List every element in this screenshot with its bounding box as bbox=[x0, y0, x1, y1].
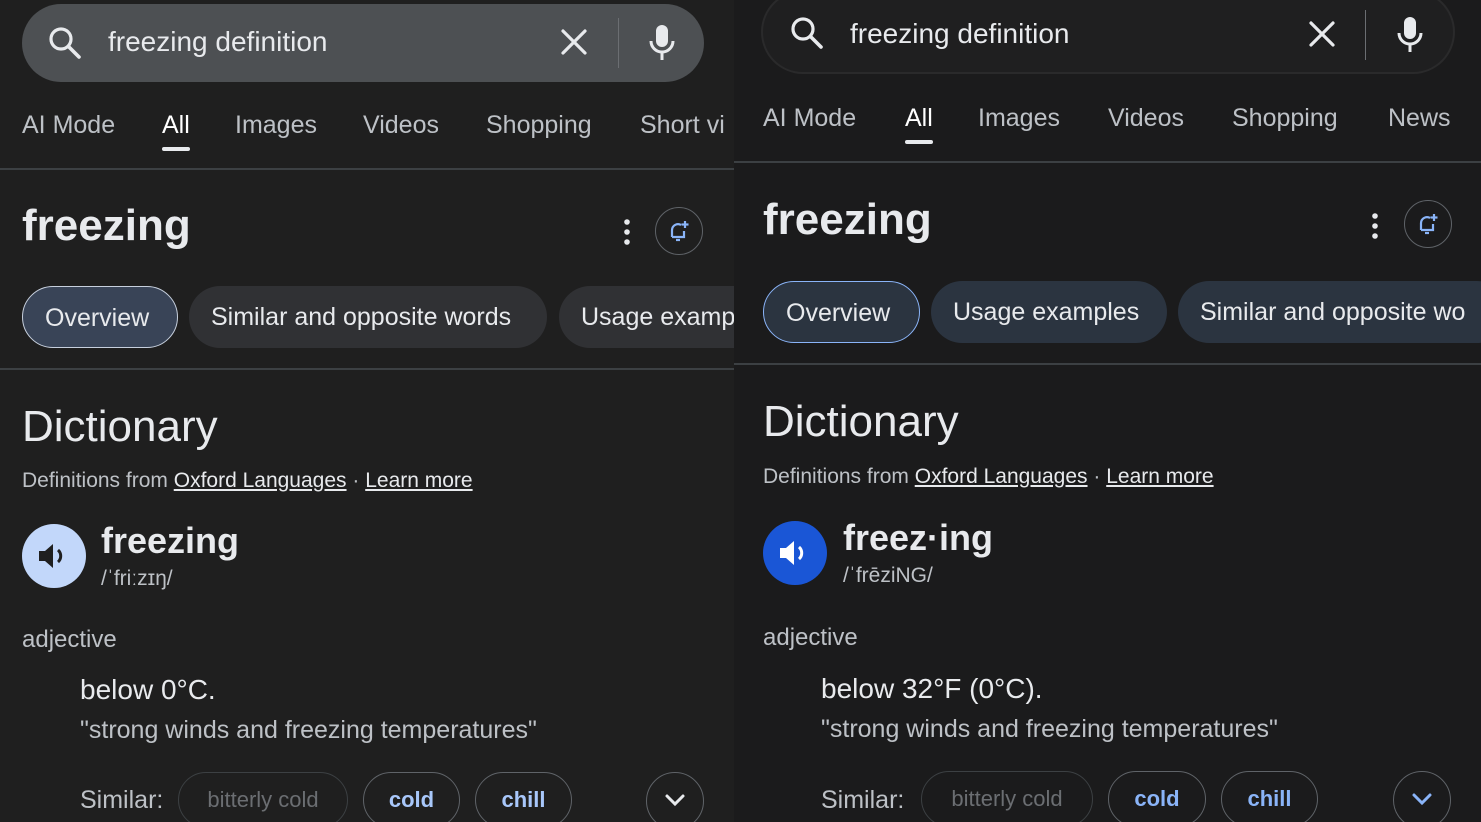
clear-icon[interactable] bbox=[1308, 20, 1336, 53]
expand-button[interactable] bbox=[646, 772, 704, 822]
bell-plus-icon bbox=[1419, 214, 1438, 235]
speaker-icon bbox=[780, 541, 804, 565]
example-sentence: "strong winds and freezing temperatures" bbox=[821, 715, 1278, 743]
expand-button[interactable] bbox=[1393, 771, 1451, 822]
phonetic: /ˈfrēziNG/ bbox=[843, 564, 933, 587]
tab-videos[interactable]: Videos bbox=[363, 111, 439, 140]
clear-icon[interactable] bbox=[560, 28, 588, 61]
chevron-down-icon bbox=[665, 794, 685, 807]
synonym-chip[interactable]: cold bbox=[363, 772, 460, 822]
active-tab-underline bbox=[162, 147, 190, 151]
right-screenshot-panel: freezing definition AI Mode All Images V… bbox=[734, 0, 1481, 822]
synonym-chip[interactable]: cold bbox=[1108, 771, 1206, 822]
part-of-speech: adjective bbox=[22, 626, 117, 653]
definition: below 0°C. bbox=[80, 674, 216, 705]
synonym-chip[interactable]: chill bbox=[1221, 771, 1318, 822]
speaker-icon bbox=[39, 544, 63, 568]
chip-similar-opposite[interactable]: Similar and opposite wo bbox=[1178, 281, 1481, 343]
more-options-icon[interactable] bbox=[1368, 212, 1382, 245]
tab-ai-mode[interactable]: AI Mode bbox=[763, 104, 856, 133]
tab-videos[interactable]: Videos bbox=[1108, 104, 1184, 133]
tab-shopping[interactable]: Shopping bbox=[1232, 104, 1338, 133]
chip-similar-opposite[interactable]: Similar and opposite words bbox=[189, 286, 547, 348]
source-prefix: Definitions from bbox=[763, 465, 909, 488]
tab-images[interactable]: Images bbox=[235, 111, 317, 140]
dictionary-heading: Dictionary bbox=[22, 402, 218, 451]
tab-news[interactable]: News bbox=[1388, 104, 1451, 133]
search-bar[interactable]: freezing definition bbox=[763, 0, 1453, 72]
divider bbox=[734, 363, 1481, 365]
dictionary-source: Definitions from Oxford Languages · Lear… bbox=[763, 465, 1214, 489]
tab-all[interactable]: All bbox=[905, 104, 933, 144]
pronunciation-button[interactable] bbox=[22, 524, 86, 588]
page-title: freezing bbox=[763, 195, 932, 244]
oxford-languages-link[interactable]: Oxford Languages bbox=[174, 469, 347, 492]
similar-label: Similar: bbox=[821, 786, 905, 814]
phonetic: /ˈfriːzɪŋ/ bbox=[101, 567, 173, 590]
divider bbox=[0, 168, 734, 170]
divider bbox=[618, 18, 619, 68]
tab-ai-mode[interactable]: AI Mode bbox=[22, 111, 115, 140]
synonym-chip[interactable]: bitterly cold bbox=[178, 772, 348, 822]
notification-button[interactable] bbox=[655, 207, 703, 255]
search-input[interactable]: freezing definition bbox=[108, 26, 327, 58]
tab-short-videos[interactable]: Short vi bbox=[640, 111, 725, 140]
headword: freezing bbox=[101, 520, 240, 561]
tab-all[interactable]: All bbox=[162, 111, 190, 151]
divider bbox=[1365, 10, 1366, 60]
divider bbox=[734, 161, 1481, 163]
active-tab-underline bbox=[905, 140, 933, 144]
search-icon bbox=[48, 26, 82, 65]
notification-button[interactable] bbox=[1404, 200, 1452, 248]
part-of-speech: adjective bbox=[763, 624, 858, 651]
headword: freez·ing bbox=[843, 517, 994, 558]
chip-overview[interactable]: Overview bbox=[763, 281, 920, 343]
synonym-chip[interactable]: bitterly cold bbox=[921, 771, 1093, 822]
pronunciation-button[interactable] bbox=[763, 521, 827, 585]
separator: · bbox=[1093, 465, 1101, 488]
chip-usage-examples[interactable]: Usage examp bbox=[559, 286, 734, 348]
search-bar[interactable]: freezing definition bbox=[22, 4, 704, 82]
learn-more-link[interactable]: Learn more bbox=[365, 469, 472, 492]
chevron-down-icon bbox=[1412, 793, 1432, 806]
tab-all-label: All bbox=[905, 104, 933, 132]
definition: below 32°F (0°C). bbox=[821, 673, 1043, 704]
similar-label: Similar: bbox=[80, 786, 164, 814]
tab-images[interactable]: Images bbox=[978, 104, 1060, 133]
separator: · bbox=[352, 469, 360, 492]
tab-all-label: All bbox=[162, 111, 190, 139]
tab-shopping[interactable]: Shopping bbox=[486, 111, 592, 140]
divider bbox=[0, 368, 734, 370]
oxford-languages-link[interactable]: Oxford Languages bbox=[915, 465, 1088, 488]
example-sentence: "strong winds and freezing temperatures" bbox=[80, 716, 537, 744]
learn-more-link[interactable]: Learn more bbox=[1106, 465, 1213, 488]
search-icon bbox=[790, 16, 824, 55]
more-options-icon[interactable] bbox=[620, 218, 634, 251]
dictionary-heading: Dictionary bbox=[763, 397, 959, 446]
dictionary-source: Definitions from Oxford Languages · Lear… bbox=[22, 469, 473, 493]
synonym-chip[interactable]: chill bbox=[475, 772, 572, 822]
search-input[interactable]: freezing definition bbox=[850, 18, 1069, 50]
page-title: freezing bbox=[22, 201, 191, 250]
microphone-icon[interactable] bbox=[1396, 16, 1424, 59]
chip-usage-examples[interactable]: Usage examples bbox=[931, 281, 1167, 343]
left-screenshot-panel: freezing definition AI Mode All Images V… bbox=[0, 0, 734, 822]
source-prefix: Definitions from bbox=[22, 469, 168, 492]
microphone-icon[interactable] bbox=[648, 24, 676, 67]
chip-overview[interactable]: Overview bbox=[22, 286, 178, 348]
bell-plus-icon bbox=[670, 221, 689, 242]
